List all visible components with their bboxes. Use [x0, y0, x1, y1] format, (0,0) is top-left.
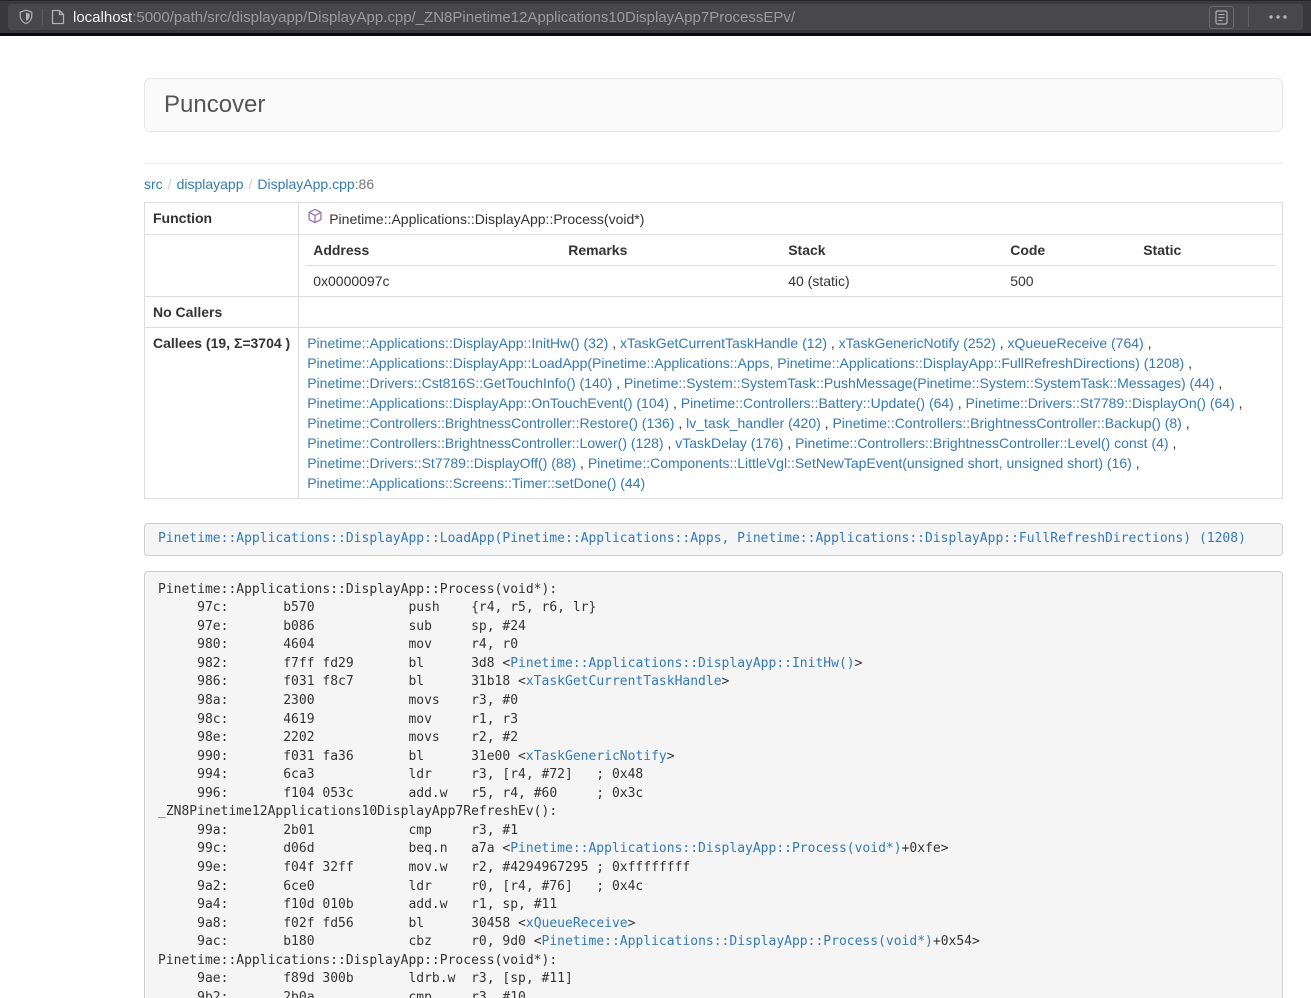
url-text[interactable]: localhost:5000/path/src/displayapp/Displ… [73, 9, 1201, 26]
callee-link[interactable]: Pinetime::Controllers::BrightnessControl… [795, 435, 1168, 451]
breadcrumb-line-number: :86 [355, 176, 374, 192]
callee-separator: , [996, 335, 1008, 351]
function-row: Function Pinetime::Applications::Display… [145, 203, 1283, 235]
breadcrumb-link-file[interactable]: DisplayApp.cpp [257, 176, 354, 192]
callee-link[interactable]: Pinetime::Drivers::St7789::DisplayOn() (… [966, 395, 1235, 411]
callee-separator: , [1169, 435, 1177, 451]
callee-separator: , [1214, 375, 1222, 391]
stats-values-row: 0x0000097c 40 (static) 500 [305, 266, 1276, 297]
stats-table: Address Remarks Stack Code Static 0x0000… [305, 235, 1276, 296]
callee-link[interactable]: xTaskGetCurrentTaskHandle (12) [620, 335, 827, 351]
callees-list: Pinetime::Applications::DisplayApp::Init… [299, 328, 1283, 499]
urlbar-divider [1248, 7, 1249, 27]
callee-separator: , [669, 395, 681, 411]
callee-separator: , [1184, 355, 1192, 371]
page-container: Puncover src/displayapp/DisplayApp.cpp:8… [144, 78, 1283, 998]
callee-link[interactable]: xQueueReceive (764) [1008, 335, 1144, 351]
divider [144, 163, 1283, 164]
stack-value: 40 (static) [780, 266, 1002, 297]
code-value: 500 [1002, 266, 1135, 297]
no-callers-label: No Callers [145, 297, 299, 328]
asm-symbol-link[interactable]: xQueueReceive [526, 916, 628, 931]
column-header-address: Address [305, 235, 560, 266]
window-edge-divider [0, 33, 1311, 36]
callee-link[interactable]: Pinetime::Drivers::Cst816S::GetTouchInfo… [307, 375, 612, 391]
callee-link[interactable]: Pinetime::System::SystemTask::PushMessag… [624, 375, 1215, 391]
no-callers-row: No Callers [145, 297, 1283, 328]
callee-link[interactable]: lv_task_handler (420) [686, 415, 821, 431]
url-hostname: localhost [73, 9, 132, 26]
static-value [1135, 266, 1276, 297]
callee-separator: , [608, 335, 620, 351]
asm-symbol-link[interactable]: xTaskGenericNotify [526, 749, 667, 764]
function-detail-table: Function Pinetime::Applications::Display… [144, 202, 1283, 499]
callee-link[interactable]: Pinetime::Applications::Screens::Timer::… [307, 475, 645, 491]
callee-separator: , [1182, 415, 1190, 431]
breadcrumb-link-src[interactable]: src [144, 176, 163, 192]
breadcrumb: src/displayapp/DisplayApp.cpp:86 [144, 174, 1283, 194]
page-icon[interactable] [51, 9, 65, 25]
reader-mode-icon[interactable] [1209, 6, 1234, 29]
callees-label: Callees (19, Σ=3704 ) [145, 328, 299, 499]
callee-link[interactable]: Pinetime::Applications::DisplayApp::Init… [307, 335, 608, 351]
address-value: 0x0000097c [305, 266, 560, 297]
url-path: :5000/path/src/displayapp/DisplayApp.cpp… [132, 9, 795, 26]
callee-separator: , [783, 435, 795, 451]
stats-row: Address Remarks Stack Code Static 0x0000… [145, 235, 1283, 297]
browser-toolbar: localhost:5000/path/src/displayapp/Displ… [0, 0, 1311, 33]
overflow-menu-icon[interactable] [1263, 13, 1293, 21]
callee-link[interactable]: vTaskDelay (176) [675, 435, 783, 451]
callee-link[interactable]: Pinetime::Controllers::BrightnessControl… [832, 415, 1181, 431]
asm-symbol-link[interactable]: Pinetime::Applications::DisplayApp::Init… [510, 656, 854, 671]
callee-separator: , [674, 415, 686, 431]
callee-link[interactable]: Pinetime::Controllers::Battery::Update()… [681, 395, 954, 411]
column-header-remarks: Remarks [560, 235, 780, 266]
assembly-code: Pinetime::Applications::DisplayApp::Proc… [144, 571, 1283, 998]
callee-link[interactable]: Pinetime::Applications::DisplayApp::Load… [307, 355, 1184, 371]
column-header-static: Static [1135, 235, 1276, 266]
callee-separator: , [1144, 335, 1152, 351]
column-header-code: Code [1002, 235, 1135, 266]
callee-separator: , [1235, 395, 1243, 411]
callee-link[interactable]: Pinetime::Drivers::St7789::DisplayOff() … [307, 455, 576, 471]
asm-symbol-link[interactable]: xTaskGetCurrentTaskHandle [526, 674, 722, 689]
callee-separator: , [612, 375, 624, 391]
callee-separator: , [1132, 455, 1140, 471]
remarks-value [560, 266, 780, 297]
breadcrumb-separator: / [168, 176, 172, 192]
callee-separator: , [827, 335, 839, 351]
shield-icon[interactable] [18, 9, 34, 25]
callee-separator: , [954, 395, 966, 411]
column-header-stack: Stack [780, 235, 1002, 266]
breadcrumb-separator: / [249, 176, 253, 192]
package-cube-icon [307, 208, 323, 229]
callee-link[interactable]: Pinetime::Controllers::BrightnessControl… [307, 415, 674, 431]
app-title-panel: Puncover [144, 78, 1283, 132]
urlbar-divider [42, 9, 43, 25]
callee-link[interactable]: Pinetime::Controllers::BrightnessControl… [307, 435, 663, 451]
callee-separator: , [821, 415, 833, 431]
callee-link[interactable]: xTaskGenericNotify (252) [839, 335, 996, 351]
asm-symbol-link[interactable]: Pinetime::Applications::DisplayApp::Proc… [542, 934, 933, 949]
function-row-label: Function [145, 203, 299, 235]
callee-separator: , [664, 435, 676, 451]
function-name: Pinetime::Applications::DisplayApp::Proc… [329, 209, 644, 229]
highlighted-callee-block: Pinetime::Applications::DisplayApp::Load… [144, 523, 1283, 556]
callees-row: Callees (19, Σ=3704 ) Pinetime::Applicat… [145, 328, 1283, 499]
url-bar[interactable]: localhost:5000/path/src/displayapp/Displ… [8, 4, 1303, 30]
breadcrumb-link-displayapp[interactable]: displayapp [177, 176, 244, 192]
callee-link[interactable]: Pinetime::Applications::DisplayApp::OnTo… [307, 395, 669, 411]
load-app-link[interactable]: Pinetime::Applications::DisplayApp::Load… [158, 531, 1246, 546]
page-title: Puncover [164, 91, 265, 118]
asm-symbol-link[interactable]: Pinetime::Applications::DisplayApp::Proc… [510, 841, 901, 856]
callee-link[interactable]: Pinetime::Components::LittleVgl::SetNewT… [588, 455, 1132, 471]
callee-separator: , [576, 455, 588, 471]
